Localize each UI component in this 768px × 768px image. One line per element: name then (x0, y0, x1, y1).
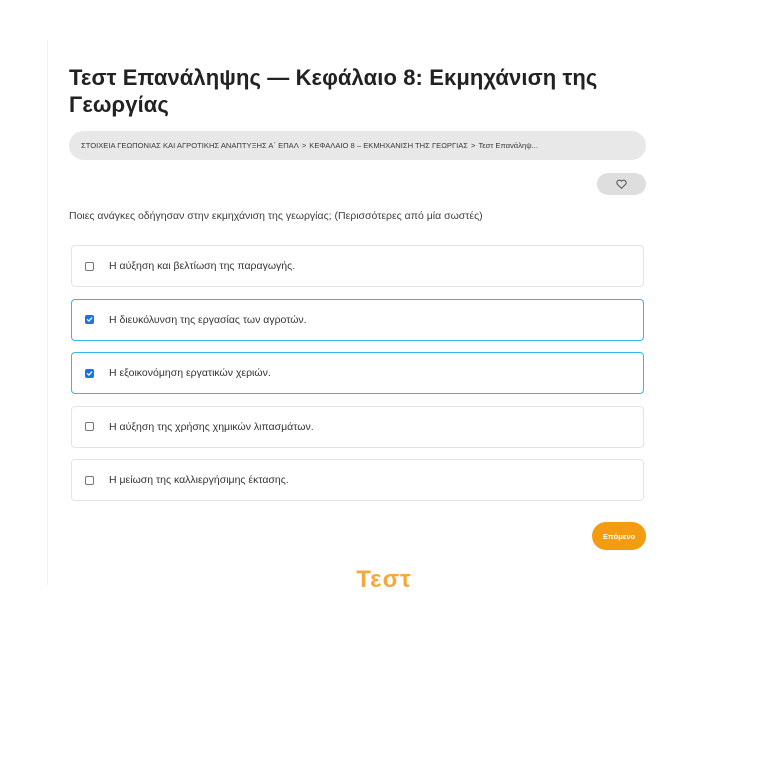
question-text: Ποιες ανάγκες οδήγησαν στην εκμηχάνιση τ… (69, 210, 483, 222)
breadcrumb: ΣΤΟΙΧΕΙΑ ΓΕΩΠΟΝΙΑΣ ΚΑΙ ΑΓΡΟΤΙΚΗΣ ΑΝΑΠΤΥΞ… (69, 131, 646, 160)
checkmark-icon (86, 370, 93, 376)
favorite-button[interactable] (597, 173, 646, 195)
quiz-container: Τεστ Επανάληψης — Κεφάλαιο 8: Εκμηχάνιση… (47, 40, 668, 585)
heart-outline-icon (616, 179, 627, 189)
answer-option-3[interactable]: Η εξοικονόμηση εργατικών χεριών. (71, 352, 644, 394)
page-title: Τεστ Επανάληψης — Κεφάλαιο 8: Εκμηχάνιση… (69, 65, 598, 117)
answer-option-1[interactable]: Η αύξηση και βελτίωση της παραγωγής. (71, 245, 644, 287)
breadcrumb-item-current: Τεστ Επανάληψ... (478, 141, 538, 150)
breadcrumb-item-chapter[interactable]: ΚΕΦΑΛΑΙΟ 8 – ΕΚΜΗΧΑΝΙΣΗ ΤΗΣ ΓΕΩΡΓΙΑΣ (309, 141, 468, 150)
checkmark-icon (86, 317, 93, 322)
breadcrumb-separator: > (471, 141, 476, 150)
breadcrumb-separator: > (301, 141, 307, 150)
answer-label: Η διευκόλυνση της εργασίας των αγροτών. (109, 313, 307, 326)
answer-option-2[interactable]: Η διευκόλυνση της εργασίας των αγροτών. (71, 298, 644, 341)
answer-option-4[interactable]: Η αύξηση της χρήσης χημικών λιπασμάτων. (71, 405, 644, 448)
answer-options: Η αύξηση και βελτίωση της παραγωγής. Η δ… (71, 245, 644, 513)
answer-label: Η μείωση της καλλιεργήσιμης έκτασης. (109, 474, 289, 486)
brand-logo: Τεστ (356, 566, 412, 593)
answer-checkbox[interactable] (85, 475, 94, 485)
page: Τεστ Επανάληψης — Κεφάλαιο 8: Εκμηχάνιση… (0, 0, 768, 768)
answer-checkbox-checked[interactable] (85, 368, 94, 378)
answer-label: Η αύξηση της χρήσης χημικών λιπασμάτων. (109, 420, 314, 433)
breadcrumb-item-subject[interactable]: ΣΤΟΙΧΕΙΑ ΓΕΩΠΟΝΙΑΣ ΚΑΙ ΑΓΡΟΤΙΚΗΣ ΑΝΑΠΤΥΞ… (81, 141, 299, 150)
answer-checkbox[interactable] (85, 422, 94, 431)
answer-checkbox-checked[interactable] (85, 315, 94, 324)
answer-label: Η αύξηση και βελτίωση της παραγωγής. (109, 260, 296, 272)
next-button[interactable]: Επόμενο (592, 522, 646, 550)
answer-label: Η εξοικονόμηση εργατικών χεριών. (109, 367, 271, 379)
answer-checkbox[interactable] (85, 261, 94, 271)
answer-option-5[interactable]: Η μείωση της καλλιεργήσιμης έκτασης. (71, 459, 644, 501)
